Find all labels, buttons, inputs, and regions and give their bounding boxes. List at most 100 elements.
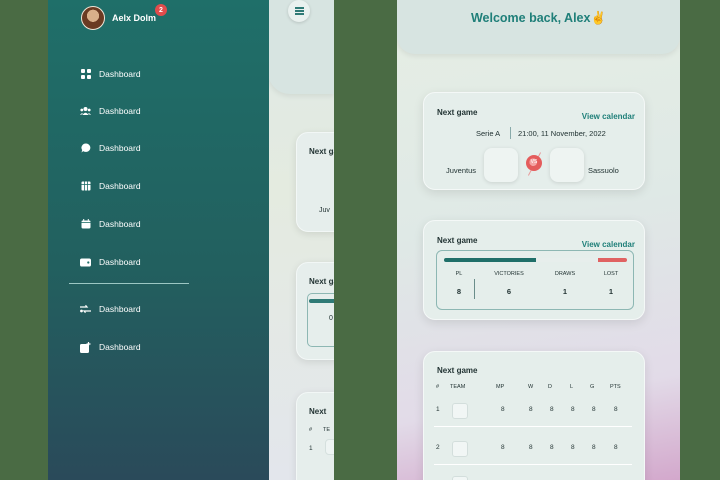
- lost-bar: [598, 258, 627, 262]
- stat-lost: LOST 1: [591, 271, 631, 296]
- column-header: PTS: [610, 384, 621, 390]
- nav-item-label: Dashboard: [99, 181, 141, 191]
- mp-cell: 8: [501, 406, 505, 413]
- l-cell: 8: [571, 406, 575, 413]
- table-row[interactable]: 1 8 8 8 8 8 8: [424, 403, 644, 422]
- away-team-name: Sassuolo: [588, 166, 619, 175]
- table-icon: [80, 181, 91, 192]
- stat-header: LOST: [603, 271, 619, 277]
- profile-header[interactable]: Aelx Dolm 2: [81, 4, 167, 30]
- view-calendar-link[interactable]: View calendar: [582, 240, 635, 249]
- avatar[interactable]: [81, 6, 105, 30]
- drawer-screen: Next ga Juv Next ga 0 Next # TE 1 Aelx D…: [48, 0, 334, 480]
- user-name: Aelx Dolm: [112, 13, 157, 23]
- stat-header: DRAWS: [554, 271, 576, 277]
- nav-item-dashboard[interactable]: Dashboard: [80, 339, 141, 355]
- peek-table-column: TE: [323, 427, 331, 433]
- next-game-card[interactable]: Next game View calendar Serie A 21:00, 1…: [423, 92, 645, 190]
- drawer-divider: [69, 283, 189, 284]
- stat-value: 1: [608, 287, 614, 296]
- d-cell: 8: [550, 406, 554, 413]
- row-divider: [434, 464, 632, 465]
- peek-header: [268, 0, 334, 94]
- add-note-icon: [80, 341, 91, 353]
- g-cell: 8: [592, 444, 596, 451]
- standings-card[interactable]: Next game # TEAM MP W D L G PTS 1 8 8 8 …: [423, 351, 645, 480]
- chat-icon: [80, 143, 91, 154]
- peek-stat-value: 0: [329, 315, 333, 322]
- peek-table-card[interactable]: Next # TE 1: [296, 392, 334, 480]
- stat-separator: [474, 279, 475, 299]
- column-header: G: [590, 384, 595, 390]
- stat-header: VICTORIES: [494, 271, 524, 277]
- card-title: Next game: [437, 108, 478, 117]
- stat-value: 8: [456, 287, 462, 296]
- stat-draws: DRAWS 1: [545, 271, 585, 296]
- team-logo: [452, 403, 468, 419]
- league-name: Serie A: [476, 129, 501, 138]
- main-screen-peek: Next ga Juv Next ga 0 Next # TE 1: [268, 0, 334, 480]
- stat-victories: VICTORIES 6: [489, 271, 529, 296]
- menu-icon[interactable]: [288, 0, 310, 22]
- stat-value: 6: [506, 287, 512, 296]
- stat-played: PL 8: [439, 271, 479, 296]
- column-header: W: [528, 384, 534, 390]
- nav-item-label: Dashboard: [99, 106, 141, 116]
- notification-badge: 2: [155, 4, 167, 16]
- calendar-icon: [80, 219, 91, 230]
- stats-box: PL 8 VICTORIES 6 DRAWS 1 LOST 1: [436, 250, 634, 310]
- peek-card-title: Next ga: [309, 277, 334, 286]
- stat-value: 1: [562, 287, 568, 296]
- rank-cell: 1: [436, 406, 440, 413]
- welcome-header: Welcome back, Alex✌: [397, 0, 680, 54]
- nav-item-dashboard[interactable]: Dashboard: [80, 103, 141, 119]
- nav-item-dashboard[interactable]: Dashboard: [80, 178, 141, 194]
- home-team-name: Juventus: [446, 166, 477, 175]
- away-team-logo: [550, 148, 584, 182]
- draws-bar: [536, 258, 598, 262]
- nav-item-dashboard[interactable]: Dashboard: [80, 301, 141, 317]
- table-header: # TEAM MP W D L G PTS: [424, 384, 644, 400]
- nav-item-label: Dashboard: [99, 257, 141, 267]
- nav-item-dashboard[interactable]: Dashboard: [80, 254, 141, 270]
- card-title: Next game: [437, 236, 478, 245]
- d-cell: 8: [550, 444, 554, 451]
- l-cell: 8: [571, 444, 575, 451]
- column-header: D: [548, 384, 552, 390]
- navigation-drawer: Aelx Dolm 2 Dashboard Dashboard Dashboar…: [48, 0, 269, 480]
- nav-item-label: Dashboard: [99, 304, 141, 314]
- column-header: L: [570, 384, 574, 390]
- nav-item-label: Dashboard: [99, 69, 141, 79]
- nav-item-dashboard[interactable]: Dashboard: [80, 140, 141, 156]
- w-cell: 8: [529, 406, 533, 413]
- transfer-icon: [80, 304, 91, 315]
- column-header: TEAM: [450, 384, 466, 390]
- peek-team-logo: [325, 439, 334, 455]
- season-stats-card[interactable]: Next game View calendar PL 8 VICTORIES 6…: [423, 220, 645, 320]
- nav-item-label: Dashboard: [99, 342, 141, 352]
- home-screen: Welcome back, Alex✌ Next game View calen…: [397, 0, 680, 480]
- peek-table-hash: #: [309, 427, 313, 433]
- team-logo: [452, 476, 468, 480]
- nav-item-label: Dashboard: [99, 219, 141, 229]
- peek-stats-card[interactable]: Next ga 0: [296, 262, 334, 360]
- nav-item-dashboard[interactable]: Dashboard: [80, 66, 141, 82]
- card-icon: [80, 257, 91, 268]
- league-separator: [510, 127, 511, 139]
- peek-next-game-card[interactable]: Next ga Juv: [296, 132, 334, 232]
- table-row[interactable]: 2 8 8 8 8 8 8: [424, 441, 644, 460]
- pts-cell: 8: [614, 406, 618, 413]
- team-logo: [452, 441, 468, 457]
- home-team-logo: [484, 148, 518, 182]
- rank-cell: 2: [436, 444, 440, 451]
- pts-cell: 8: [614, 444, 618, 451]
- w-cell: 8: [529, 444, 533, 451]
- row-divider: [434, 426, 632, 427]
- peek-progress-bar: [309, 299, 334, 303]
- peek-card-title: Next: [309, 407, 327, 416]
- peek-team-name: Juv: [319, 207, 330, 214]
- nav-item-dashboard[interactable]: Dashboard: [80, 216, 141, 232]
- vs-label: VS: [530, 159, 538, 165]
- peek-card-title: Next ga: [309, 147, 334, 156]
- view-calendar-link[interactable]: View calendar: [582, 112, 635, 121]
